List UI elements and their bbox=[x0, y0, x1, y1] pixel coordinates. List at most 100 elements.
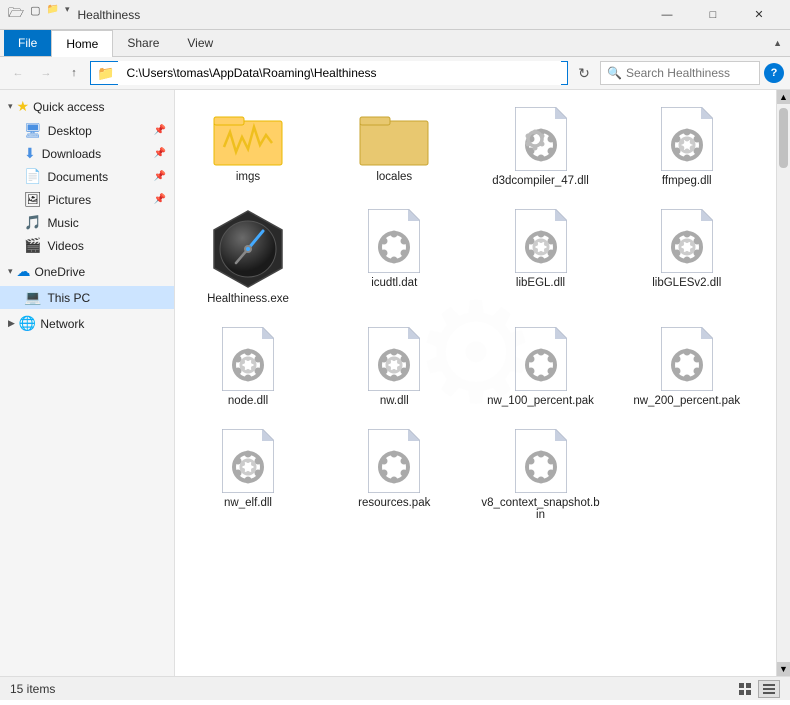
tab-view[interactable]: View bbox=[173, 30, 227, 56]
network-label: Network bbox=[40, 317, 84, 331]
file-item-d3dcompiler[interactable]: d3dcompiler_47.dll bbox=[476, 98, 606, 196]
sidebar-item-desktop[interactable]: 🖥 Desktop 📌 bbox=[0, 119, 174, 142]
downloads-pin-icon: 📌 bbox=[154, 148, 166, 159]
tab-file[interactable]: File bbox=[4, 30, 51, 56]
up-button[interactable]: ↑ bbox=[62, 61, 86, 85]
maximize-button[interactable]: □ bbox=[690, 0, 736, 30]
file-item-ffmpeg[interactable]: ffmpeg.dll bbox=[622, 98, 752, 196]
file-name-nw: nw.dll bbox=[380, 395, 409, 407]
music-icon: 🎵 bbox=[24, 214, 41, 231]
help-button[interactable]: ? bbox=[764, 63, 784, 83]
tab-share[interactable]: Share bbox=[113, 30, 173, 56]
tab-home[interactable]: Home bbox=[51, 30, 113, 57]
large-icons-view-icon bbox=[738, 682, 752, 696]
downloads-icon: ⬇ bbox=[24, 145, 36, 162]
main-layout: ▾ ★ Quick access 🖥 Desktop 📌 ⬇ Downloads… bbox=[0, 90, 790, 676]
file-item-locales[interactable]: locales bbox=[329, 98, 459, 196]
dll-libGLESv2-icon bbox=[661, 209, 713, 273]
minimize-button[interactable]: — bbox=[644, 0, 690, 30]
scrollbar[interactable]: ▲ ▼ bbox=[776, 90, 790, 676]
sidebar-item-videos[interactable]: 🎬 Videos bbox=[0, 234, 174, 257]
item-count: 15 items bbox=[10, 682, 55, 696]
app-icon-chevron: ▾ bbox=[65, 4, 70, 26]
file-name-node: node.dll bbox=[228, 395, 268, 407]
file-item-imgs[interactable]: imgs bbox=[183, 98, 313, 196]
folder-imgs-icon bbox=[212, 107, 284, 167]
file-name-resources: resources.pak bbox=[358, 497, 430, 509]
dll-v8context-icon bbox=[515, 429, 567, 493]
file-item-healthiness-exe[interactable]: Healthiness.exe bbox=[183, 200, 313, 314]
file-item-resources[interactable]: resources.pak bbox=[329, 420, 459, 530]
details-view-button[interactable] bbox=[758, 680, 780, 698]
view-buttons bbox=[734, 680, 780, 698]
quick-access-label: Quick access bbox=[33, 100, 104, 114]
dll-nwelf-icon bbox=[222, 429, 274, 493]
pictures-icon: 🖼 bbox=[24, 191, 42, 208]
file-name-d3dcompiler: d3dcompiler_47.dll bbox=[492, 175, 589, 187]
sidebar: ▾ ★ Quick access 🖥 Desktop 📌 ⬇ Downloads… bbox=[0, 90, 175, 676]
search-box: 🔍 bbox=[600, 61, 760, 85]
desktop-label: Desktop bbox=[48, 124, 92, 138]
window-title: Healthiness bbox=[78, 8, 644, 22]
file-name-healthiness-exe: Healthiness.exe bbox=[207, 293, 289, 305]
large-icons-view-button[interactable] bbox=[734, 680, 756, 698]
refresh-button[interactable]: ↻ bbox=[572, 61, 596, 85]
app-icon-1: 🗁 bbox=[8, 4, 24, 26]
sidebar-network-header[interactable]: ▶ 🌐 Network bbox=[0, 311, 174, 336]
onedrive-chevron: ▾ bbox=[8, 266, 13, 277]
ribbon: File Home Share View ▲ bbox=[0, 30, 790, 57]
file-name-nw200: nw_200_percent.pak bbox=[633, 395, 740, 407]
file-item-nw[interactable]: nw.dll bbox=[329, 318, 459, 416]
app-icon-2: ▢ bbox=[30, 4, 40, 26]
sidebar-section-this-pc: 💻 This PC bbox=[0, 286, 174, 309]
title-bar-app-icons: 🗁 ▢ 📁 ▾ bbox=[8, 4, 70, 26]
file-item-nwelf[interactable]: nw_elf.dll bbox=[183, 420, 313, 530]
sidebar-item-documents[interactable]: 📄 Documents 📌 bbox=[0, 165, 174, 188]
sidebar-section-network: ▶ 🌐 Network bbox=[0, 311, 174, 336]
desktop-icon: 🖥 bbox=[24, 122, 42, 139]
quick-access-star-icon: ★ bbox=[17, 98, 30, 115]
sidebar-section-quick-access: ▾ ★ Quick access 🖥 Desktop 📌 ⬇ Downloads… bbox=[0, 94, 174, 257]
onedrive-icon: ☁ bbox=[17, 263, 31, 280]
this-pc-label: This PC bbox=[47, 291, 90, 305]
close-button[interactable]: ✕ bbox=[736, 0, 782, 30]
file-item-icudtl[interactable]: icudtl.dat bbox=[329, 200, 459, 314]
sidebar-onedrive-header[interactable]: ▾ ☁ OneDrive bbox=[0, 259, 174, 284]
music-label: Music bbox=[47, 216, 78, 230]
title-bar: 🗁 ▢ 📁 ▾ Healthiness — □ ✕ bbox=[0, 0, 790, 30]
back-button[interactable]: ← bbox=[6, 61, 30, 85]
scroll-thumb[interactable] bbox=[779, 108, 788, 168]
app-icon-3: 📁 bbox=[47, 4, 59, 26]
file-name-nw100: nw_100_percent.pak bbox=[487, 395, 594, 407]
network-icon: 🌐 bbox=[19, 315, 36, 332]
ribbon-collapse-btn[interactable]: ▲ bbox=[773, 38, 782, 48]
sidebar-quick-access-header[interactable]: ▾ ★ Quick access bbox=[0, 94, 174, 119]
sidebar-section-onedrive: ▾ ☁ OneDrive bbox=[0, 259, 174, 284]
scroll-up-button[interactable]: ▲ bbox=[777, 90, 790, 104]
status-bar: 15 items bbox=[0, 676, 790, 700]
file-item-node[interactable]: node.dll bbox=[183, 318, 313, 416]
forward-button[interactable]: → bbox=[34, 61, 58, 85]
search-input[interactable] bbox=[626, 66, 781, 80]
details-view-icon bbox=[762, 682, 776, 696]
address-input[interactable] bbox=[118, 61, 561, 85]
dll-node-icon bbox=[222, 327, 274, 391]
file-item-nw200[interactable]: nw_200_percent.pak bbox=[622, 318, 752, 416]
videos-label: Videos bbox=[47, 239, 83, 253]
dll-nw100-icon bbox=[515, 327, 567, 391]
file-item-nw100[interactable]: nw_100_percent.pak bbox=[476, 318, 606, 416]
file-name-icudtl: icudtl.dat bbox=[371, 277, 417, 289]
desktop-pin-icon: 📌 bbox=[154, 125, 166, 136]
file-item-v8context[interactable]: v8_context_snapshot.bin bbox=[476, 420, 606, 530]
file-name-ffmpeg: ffmpeg.dll bbox=[662, 175, 712, 187]
sidebar-item-this-pc[interactable]: 💻 This PC bbox=[0, 286, 174, 309]
file-item-libGLESv2[interactable]: libGLESv2.dll bbox=[622, 200, 752, 314]
file-item-libEGL[interactable]: libEGL.dll bbox=[476, 200, 606, 314]
sidebar-item-downloads[interactable]: ⬇ Downloads 📌 bbox=[0, 142, 174, 165]
quick-access-chevron: ▾ bbox=[8, 101, 13, 112]
sidebar-item-pictures[interactable]: 🖼 Pictures 📌 bbox=[0, 188, 174, 211]
ribbon-tabs: File Home Share View ▲ bbox=[0, 30, 790, 56]
sidebar-item-music[interactable]: 🎵 Music bbox=[0, 211, 174, 234]
scroll-down-button[interactable]: ▼ bbox=[777, 662, 790, 676]
dll-nw-icon bbox=[368, 327, 420, 391]
